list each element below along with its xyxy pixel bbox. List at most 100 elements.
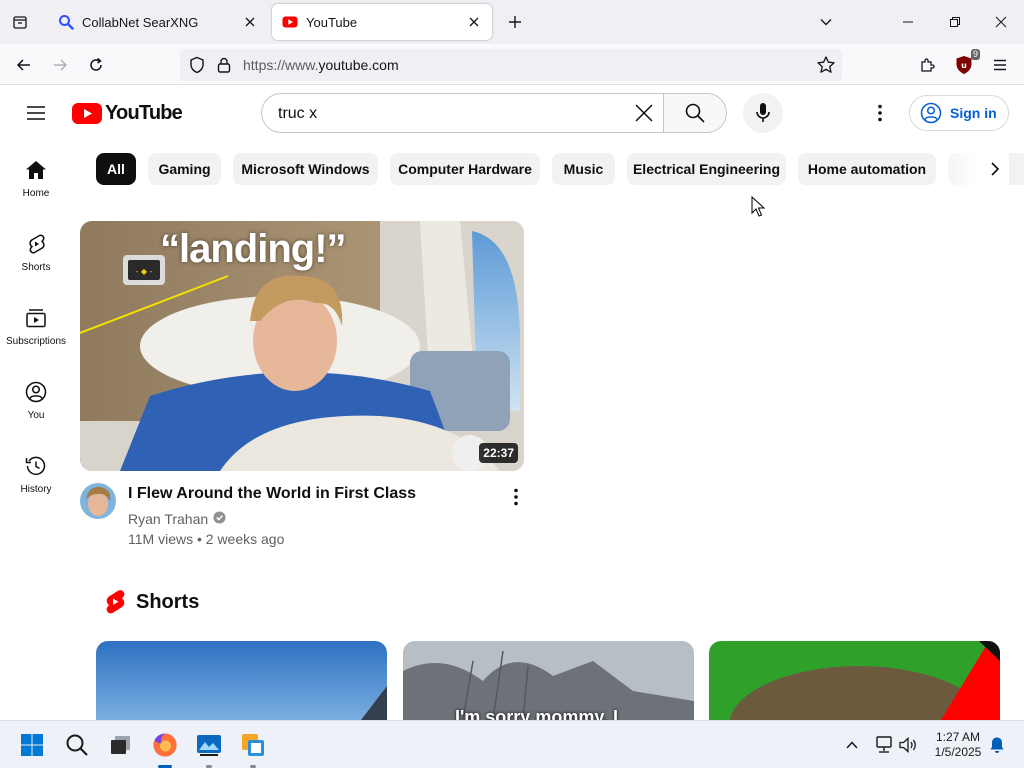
firefox-view-button[interactable] — [8, 10, 32, 34]
you-icon — [25, 381, 47, 403]
voice-search-button[interactable] — [743, 93, 783, 133]
url-text[interactable]: https://www.youtube.com — [243, 57, 399, 73]
video-meta: 11M views • 2 weeks ago — [128, 531, 285, 547]
lock-icon[interactable] — [216, 56, 232, 79]
volume-icon-button[interactable] — [892, 729, 924, 761]
arrow-left-icon — [16, 59, 30, 71]
channel-name[interactable]: Ryan Trahan — [128, 511, 208, 527]
short-image-3 — [709, 641, 1000, 720]
guide-label: History — [20, 484, 52, 495]
start-button[interactable] — [16, 729, 48, 761]
speaker-icon — [899, 737, 916, 753]
close-icon — [635, 104, 653, 122]
taskbar-firefox[interactable] — [149, 729, 181, 761]
channel-avatar[interactable] — [80, 483, 116, 519]
list-all-tabs-button[interactable] — [814, 10, 838, 34]
guide-item-you[interactable]: You — [4, 363, 68, 433]
tab-youtube[interactable]: YouTube — [272, 4, 492, 40]
guide-label: Home — [22, 188, 50, 199]
channel-avatar-image — [80, 483, 116, 519]
video-result[interactable]: - ◆ - “landing!” 22:37 I Flew Around the… — [80, 221, 524, 547]
chip-next-button[interactable] — [981, 153, 1009, 185]
svg-text:u: u — [961, 61, 967, 70]
short-thumbnail-2[interactable]: I'm sorry mommy, I — [403, 641, 694, 720]
tab-close-icon[interactable] — [242, 14, 258, 30]
guide-menu-button[interactable] — [20, 97, 52, 129]
tracking-shield-icon[interactable] — [188, 56, 206, 79]
chip-gaming[interactable]: Gaming — [148, 153, 221, 185]
remote-desktop-icon — [242, 734, 264, 756]
puzzle-icon — [921, 58, 935, 72]
browser-nav-bar: https://www.youtube.com u 9 — [0, 44, 1024, 85]
extensions-button[interactable] — [915, 52, 941, 78]
browser-tab-bar: CollabNet SearXNG YouTube — [0, 0, 1024, 44]
guide-item-shorts[interactable]: Shorts — [4, 215, 68, 285]
sign-in-button[interactable]: Sign in — [909, 95, 1009, 131]
settings-more-button[interactable] — [868, 101, 892, 125]
chip-microsoft-windows[interactable]: Microsoft Windows — [233, 153, 378, 185]
guide-item-history[interactable]: History — [4, 437, 68, 507]
show-hidden-icons-button[interactable] — [836, 729, 868, 761]
filter-chip-bar: All Gaming Microsoft Windows Computer Ha… — [96, 153, 1024, 185]
new-tab-button[interactable] — [503, 10, 527, 34]
channel-name-row[interactable]: Ryan Trahan — [128, 511, 226, 527]
back-button[interactable] — [11, 52, 37, 78]
hamburger-menu-icon — [994, 59, 1006, 71]
subscriptions-icon — [26, 309, 46, 328]
close-window-button[interactable] — [987, 8, 1015, 36]
history-icon — [25, 456, 46, 475]
shorts-logo-icon — [106, 590, 125, 614]
logo-text: YouTube — [105, 102, 183, 124]
windows-taskbar: 1:27 AM 1/5/2025 — [0, 720, 1024, 768]
chevron-up-icon — [846, 741, 858, 749]
more-vertical-icon — [514, 488, 518, 506]
close-icon — [995, 16, 1007, 28]
ublock-origin-button[interactable]: u 9 — [951, 49, 980, 78]
taskbar-search-button[interactable] — [61, 729, 93, 761]
tab-title: CollabNet SearXNG — [82, 14, 199, 30]
taskbar-photos[interactable] — [193, 729, 225, 761]
video-action-menu-button[interactable] — [504, 485, 528, 509]
search-icon — [685, 103, 705, 123]
chip-all[interactable]: All — [96, 153, 136, 185]
app-menu-button[interactable] — [987, 52, 1013, 78]
video-thumbnail[interactable]: - ◆ - “landing!” 22:37 — [80, 221, 524, 471]
reload-button[interactable] — [83, 52, 109, 78]
video-title[interactable]: I Flew Around the World in First Class — [128, 485, 416, 503]
forward-button[interactable] — [47, 52, 73, 78]
clear-search-button[interactable] — [630, 99, 658, 127]
tab-searxng[interactable]: CollabNet SearXNG — [48, 4, 268, 40]
guide-item-home[interactable]: Home — [4, 141, 68, 211]
tab-close-icon[interactable] — [466, 14, 482, 30]
shorts-icon — [29, 234, 45, 254]
search-input[interactable]: truc x — [261, 93, 664, 133]
search-button[interactable] — [663, 93, 727, 133]
chip-home-automation[interactable]: Home automation — [798, 153, 936, 185]
shorts-shelf-header: Shorts — [104, 589, 199, 615]
youtube-header: YouTube truc x Sign in — [0, 85, 1024, 141]
taskbar-app-3[interactable] — [237, 729, 269, 761]
chip-electrical-engineering[interactable]: Electrical Engineering — [627, 153, 786, 185]
guide-item-subscriptions[interactable]: Subscriptions — [4, 289, 68, 359]
chip-music[interactable]: Music — [552, 153, 615, 185]
minimize-button[interactable] — [894, 8, 922, 36]
network-icon — [876, 736, 892, 753]
search-query[interactable]: truc x — [278, 105, 317, 123]
notifications-button[interactable] — [981, 729, 1013, 761]
searxng-icon — [58, 14, 74, 30]
url-prefix: https://www. — [243, 57, 319, 73]
bookmark-star-icon[interactable] — [816, 55, 836, 80]
restore-button[interactable] — [941, 8, 969, 36]
reload-icon — [90, 57, 102, 71]
youtube-logo-icon — [72, 103, 102, 124]
chip-computer-hardware[interactable]: Computer Hardware — [390, 153, 540, 185]
short-thumbnail-3[interactable] — [709, 641, 1000, 720]
firefox-view-icon — [13, 16, 27, 29]
youtube-logo[interactable]: YouTube — [72, 102, 183, 125]
shorts-heading: Shorts — [136, 590, 200, 613]
task-view-button[interactable] — [104, 729, 136, 761]
url-bar[interactable]: https://www.youtube.com — [180, 49, 842, 81]
hamburger-menu-icon — [27, 106, 45, 120]
microphone-icon — [756, 103, 770, 122]
short-thumbnail-1[interactable] — [96, 641, 387, 720]
